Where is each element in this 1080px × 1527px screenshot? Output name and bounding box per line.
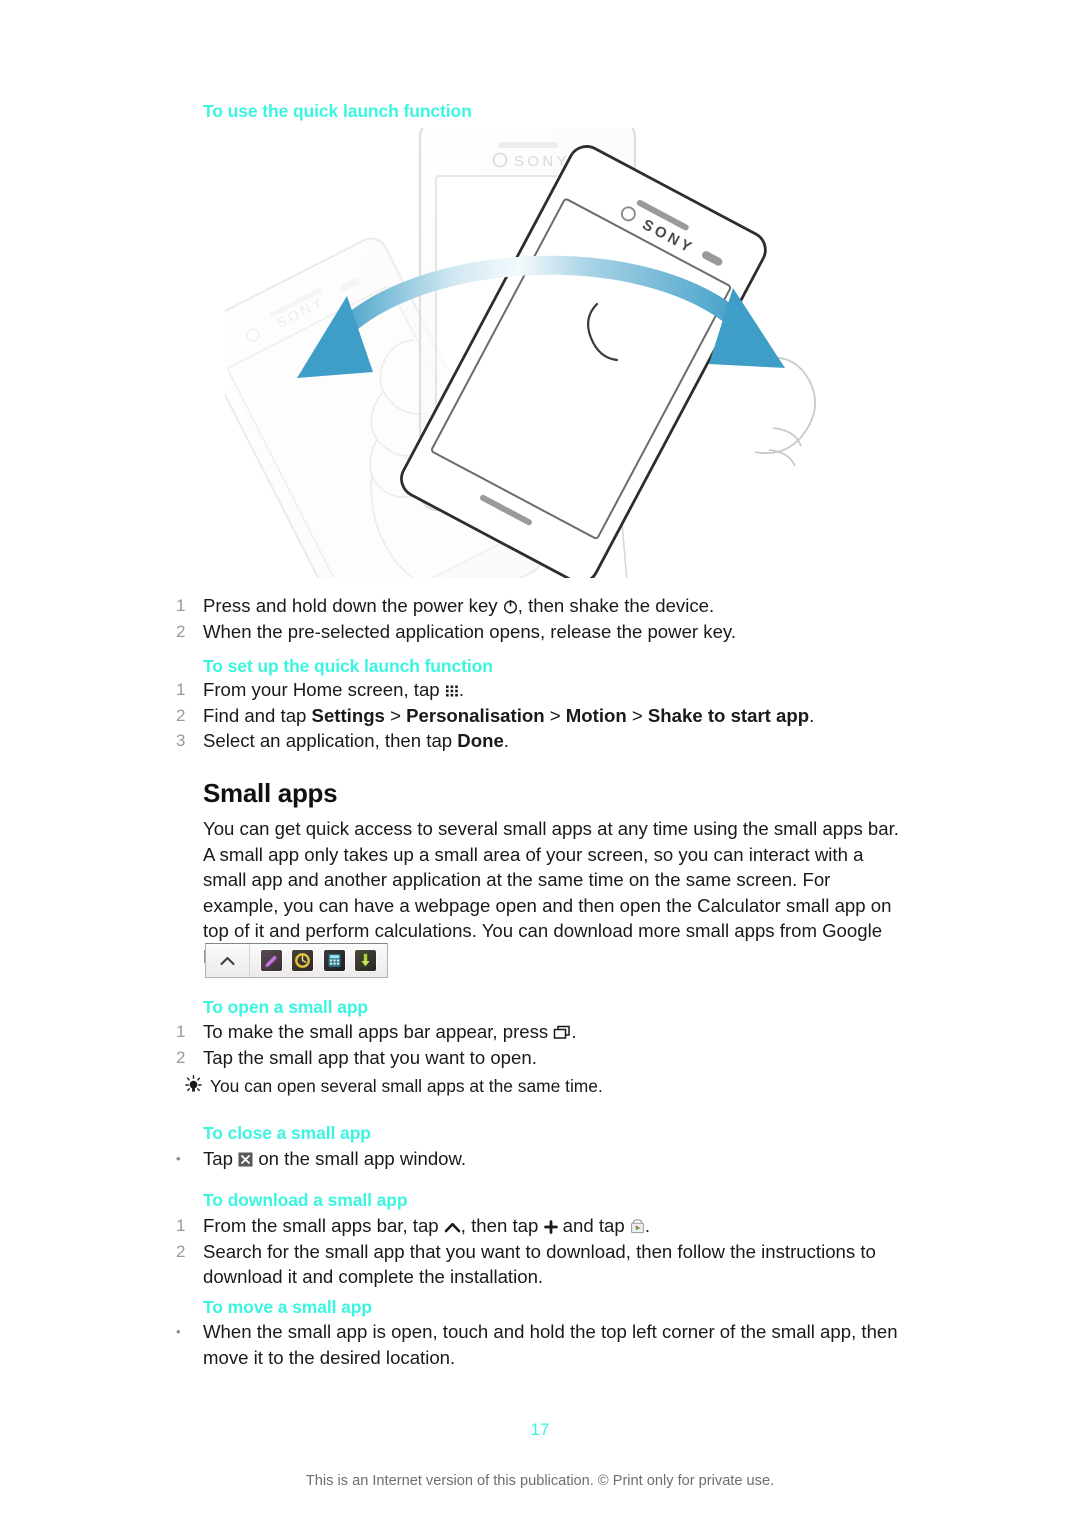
small-apps-icon-row <box>250 950 387 971</box>
list-item: • Tap on the small app window. <box>176 1146 936 1172</box>
step-lead: Find and tap <box>203 704 312 726</box>
step-text: Tap <box>203 1148 239 1169</box>
list-marker-bullet: • <box>176 1151 181 1166</box>
list-marker: 1 <box>176 680 186 699</box>
heading-to-use-quick-launch: To use the quick launch function <box>203 101 472 121</box>
settings-path-personalisation: Personalisation <box>406 704 545 726</box>
step-tail: . <box>503 730 509 752</box>
step-text: From your Home screen, tap <box>203 679 445 700</box>
path-separator: > <box>544 704 566 726</box>
step-text: From the small apps bar, tap <box>203 1215 444 1236</box>
setup-quick-launch-steps: 1 From your Home screen, tap . 2 Find an… <box>176 677 936 754</box>
list-item: 1 To make the small apps bar appear, pre… <box>176 1019 936 1045</box>
settings-path-motion: Motion <box>565 704 627 726</box>
download-small-app-icon <box>354 950 376 971</box>
list-marker: 2 <box>176 1241 186 1261</box>
heading-to-download-a-small-app: To download a small app <box>203 1190 408 1210</box>
svg-text:SONY: SONY <box>514 153 570 170</box>
list-marker: 2 <box>176 1047 186 1067</box>
path-separator: > <box>626 704 648 726</box>
step-text: Press and hold down the power key <box>203 595 503 616</box>
recent-apps-icon <box>553 1025 571 1040</box>
list-item: • When the small app is open, touch and … <box>176 1319 936 1370</box>
list-marker: 1 <box>176 1216 186 1235</box>
plus-icon <box>543 1220 558 1234</box>
play-store-icon <box>630 1218 645 1234</box>
step-lead: Select an application, then tap <box>203 730 458 752</box>
list-marker: 1 <box>176 1022 186 1041</box>
step-text: , then tap <box>460 1215 544 1236</box>
step-text: Search for the small app that you want t… <box>203 1240 876 1288</box>
tip-row: You can open several small apps at the s… <box>176 1074 936 1099</box>
path-separator: > <box>384 704 407 726</box>
shake-device-illustration: SONY SONY SONY <box>225 128 855 578</box>
heading-to-open-a-small-app: To open a small app <box>203 997 369 1017</box>
lightbulb-icon <box>176 1074 210 1094</box>
list-item: 1 From the small apps bar, tap , then ta… <box>176 1213 936 1239</box>
list-item: 1 Press and hold down the power key , th… <box>176 593 936 619</box>
apps-grid-icon <box>445 684 459 698</box>
list-item: 3 Select an application, then tap Done. <box>176 728 936 754</box>
list-item: 2 Find and tap Settings > Personalisatio… <box>176 703 936 729</box>
heading-to-close-a-small-app: To close a small app <box>203 1123 371 1143</box>
step-text-tail: . <box>458 679 464 700</box>
settings-path-settings: Settings <box>311 704 385 726</box>
list-item: 2 Search for the small app that you want… <box>176 1239 936 1290</box>
page-title-small-apps: Small apps <box>203 778 338 808</box>
list-item: 1 From your Home screen, tap . <box>176 677 936 703</box>
close-x-icon <box>238 1152 253 1167</box>
heading-to-set-up-quick-launch: To set up the quick launch function <box>203 656 493 676</box>
settings-path-shake-to-start-app: Shake to start app <box>647 704 810 726</box>
quick-launch-steps: 1 Press and hold down the power key , th… <box>176 593 936 644</box>
download-small-app-steps: 1 From the small apps bar, tap , then ta… <box>176 1213 936 1290</box>
page-number: 17 <box>530 1420 550 1439</box>
step-text-tail: on the small app window. <box>253 1148 467 1169</box>
move-small-app-steps: • When the small app is open, touch and … <box>176 1319 936 1370</box>
list-marker: 2 <box>176 621 186 641</box>
step-text: To make the small apps bar appear, press <box>203 1021 554 1042</box>
step-text: When the small app is open, touch and ho… <box>203 1321 898 1368</box>
manual-page: To use the quick launch function SONY SO… <box>0 0 1080 1527</box>
step-text: Tap the small app that you want to open. <box>203 1046 537 1068</box>
tip-text: You can open several small apps at the s… <box>210 1076 603 1096</box>
list-marker: 1 <box>176 596 186 615</box>
chevron-up-icon <box>444 1221 461 1234</box>
power-icon <box>503 599 518 614</box>
list-marker: 2 <box>176 705 186 725</box>
step-text: When the pre-selected application opens,… <box>203 620 736 642</box>
list-marker: 3 <box>176 731 186 751</box>
small-apps-bar-graphic <box>205 943 388 978</box>
footer-note: This is an Internet version of this publ… <box>305 1473 775 1489</box>
list-marker-bullet: • <box>176 1324 181 1339</box>
list-item: 2 Tap the small app that you want to ope… <box>176 1045 936 1071</box>
calculator-small-app-icon <box>323 950 345 971</box>
done-button-label: Done <box>457 730 504 752</box>
chevron-up-icon <box>206 944 250 977</box>
step-text-tail: . <box>571 1021 577 1042</box>
timer-small-app-icon <box>292 950 314 971</box>
step-text: and tap <box>557 1215 630 1236</box>
step-text-tail: . <box>644 1215 651 1236</box>
heading-to-move-a-small-app: To move a small app <box>203 1297 372 1317</box>
notes-small-app-icon <box>261 950 283 971</box>
step-tail: . <box>809 704 815 726</box>
close-small-app-steps: • Tap on the small app window. <box>176 1146 936 1172</box>
step-text-tail: , then shake the device. <box>517 595 715 616</box>
list-item: 2 When the pre-selected application open… <box>176 619 936 645</box>
open-small-app-steps: 1 To make the small apps bar appear, pre… <box>176 1019 936 1070</box>
